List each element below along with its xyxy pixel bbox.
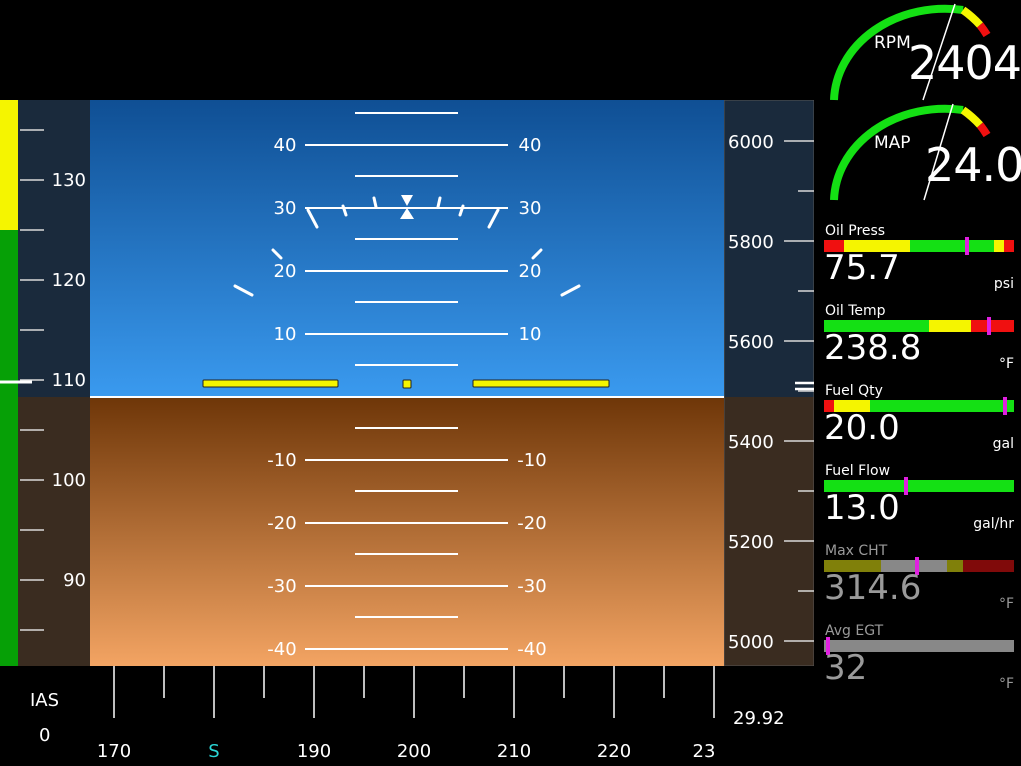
heading-label-190: 190: [297, 741, 331, 762]
pitch-label-left-neg20: -20: [267, 513, 296, 534]
airspeed-label: IAS: [30, 690, 60, 711]
airspeed-tick-90: 90: [63, 570, 86, 591]
pitch-label-right-neg30: -30: [517, 576, 546, 597]
pitch-label-left-neg40: -40: [267, 639, 296, 660]
avg-egt-value: 32: [824, 648, 868, 688]
pitch-label-left-40: 40: [274, 135, 297, 156]
oil-press-marker: [964, 237, 969, 255]
fuel-flow-value: 13.0: [824, 488, 900, 528]
oil-temp-unit: °F: [998, 356, 1014, 372]
pitch-label-left-neg10: -10: [267, 450, 296, 471]
airspeed-tick-120: 120: [52, 270, 86, 291]
pitch-label-right-20: 20: [519, 261, 542, 282]
attitude-svg: 40 40 30 30 20 20 10 10 -10 -10 -20 -20 …: [90, 100, 724, 666]
avg-egt-label: Avg EGT: [825, 623, 884, 639]
airspeed-tape: 130 120 110 100 90: [0, 100, 90, 666]
altitude-tick-6000: 6000: [728, 132, 774, 153]
avg-egt-unit: °F: [998, 676, 1014, 692]
fuel-qty-value: 20.0: [824, 408, 900, 448]
rpm-label: RPM: [874, 33, 911, 53]
fuel-flow-unit: gal/hr: [973, 516, 1014, 532]
airspeed-value: 0: [39, 725, 51, 746]
oil-temp-label: Oil Temp: [825, 303, 886, 319]
fuel-flow-label: Fuel Flow: [825, 463, 891, 479]
airspeed-svg: 130 120 110 100 90: [0, 100, 90, 666]
map-label: MAP: [874, 133, 911, 153]
oil-temp-marker: [987, 317, 992, 335]
airspeed-normal-band: [0, 230, 18, 666]
heading-tape: 170 S 190 200 210 220 23: [90, 666, 724, 766]
pitch-label-left-10: 10: [274, 324, 297, 345]
pitch-label-right-10: 10: [519, 324, 542, 345]
fuel-flow-marker: [903, 477, 908, 495]
pitch-label-right-40: 40: [519, 135, 542, 156]
altitude-tick-5200: 5200: [728, 532, 774, 553]
altitude-svg: 6000 5800 5600 5400 5200 5000: [724, 100, 814, 666]
altitude-tick-5600: 5600: [728, 332, 774, 353]
altitude-tick-5000: 5000: [728, 632, 774, 653]
airspeed-tick-100: 100: [52, 470, 86, 491]
oil-press-value: 75.7: [824, 248, 900, 288]
ground: [90, 397, 724, 666]
heading-label-230: 23: [693, 741, 716, 762]
heading-svg: 170 S 190 200 210 220 23: [97, 666, 716, 762]
altitude-tick-5800: 5800: [728, 232, 774, 253]
heading-label-200: 200: [397, 741, 431, 762]
oil-press-label: Oil Press: [825, 223, 886, 239]
heading-label-170: 170: [97, 741, 131, 762]
altitude-tape: 6000 5800 5600 5400 5200 5000: [724, 100, 814, 666]
pitch-label-right-neg40: -40: [517, 639, 546, 660]
pitch-label-right-neg10: -10: [517, 450, 546, 471]
pitch-label-left-20: 20: [274, 261, 297, 282]
fuel-qty-unit: gal: [992, 436, 1014, 452]
oil-press-unit: psi: [993, 276, 1014, 292]
airspeed-tick-110: 110: [52, 370, 86, 391]
baro-setting[interactable]: 29.92: [733, 708, 785, 729]
max-cht-value: 314.6: [824, 568, 922, 608]
pitch-label-right-neg20: -20: [517, 513, 546, 534]
max-cht-unit: °F: [998, 596, 1014, 612]
max-cht-label: Max CHT: [825, 543, 888, 559]
rpm-value: 2404: [908, 36, 1021, 90]
pitch-label-left-30: 30: [274, 198, 297, 219]
airspeed-tick-130: 130: [52, 170, 86, 191]
map-value: 24.0: [925, 138, 1021, 192]
heading-label-220: 220: [597, 741, 631, 762]
aircraft-symbol-icon: [202, 379, 610, 389]
attitude-indicator: 40 40 30 30 20 20 10 10 -10 -10 -20 -20 …: [90, 100, 724, 666]
oil-temp-value: 238.8: [824, 328, 922, 368]
pitch-label-left-neg30: -30: [267, 576, 296, 597]
airspeed-caution-band: [0, 100, 18, 230]
fuel-qty-marker: [1002, 397, 1007, 415]
fuel-qty-label: Fuel Qty: [825, 383, 883, 399]
heading-label-210: 210: [497, 741, 531, 762]
pitch-label-right-30: 30: [519, 198, 542, 219]
altitude-tick-5400: 5400: [728, 432, 774, 453]
heading-label-south: S: [208, 741, 219, 762]
